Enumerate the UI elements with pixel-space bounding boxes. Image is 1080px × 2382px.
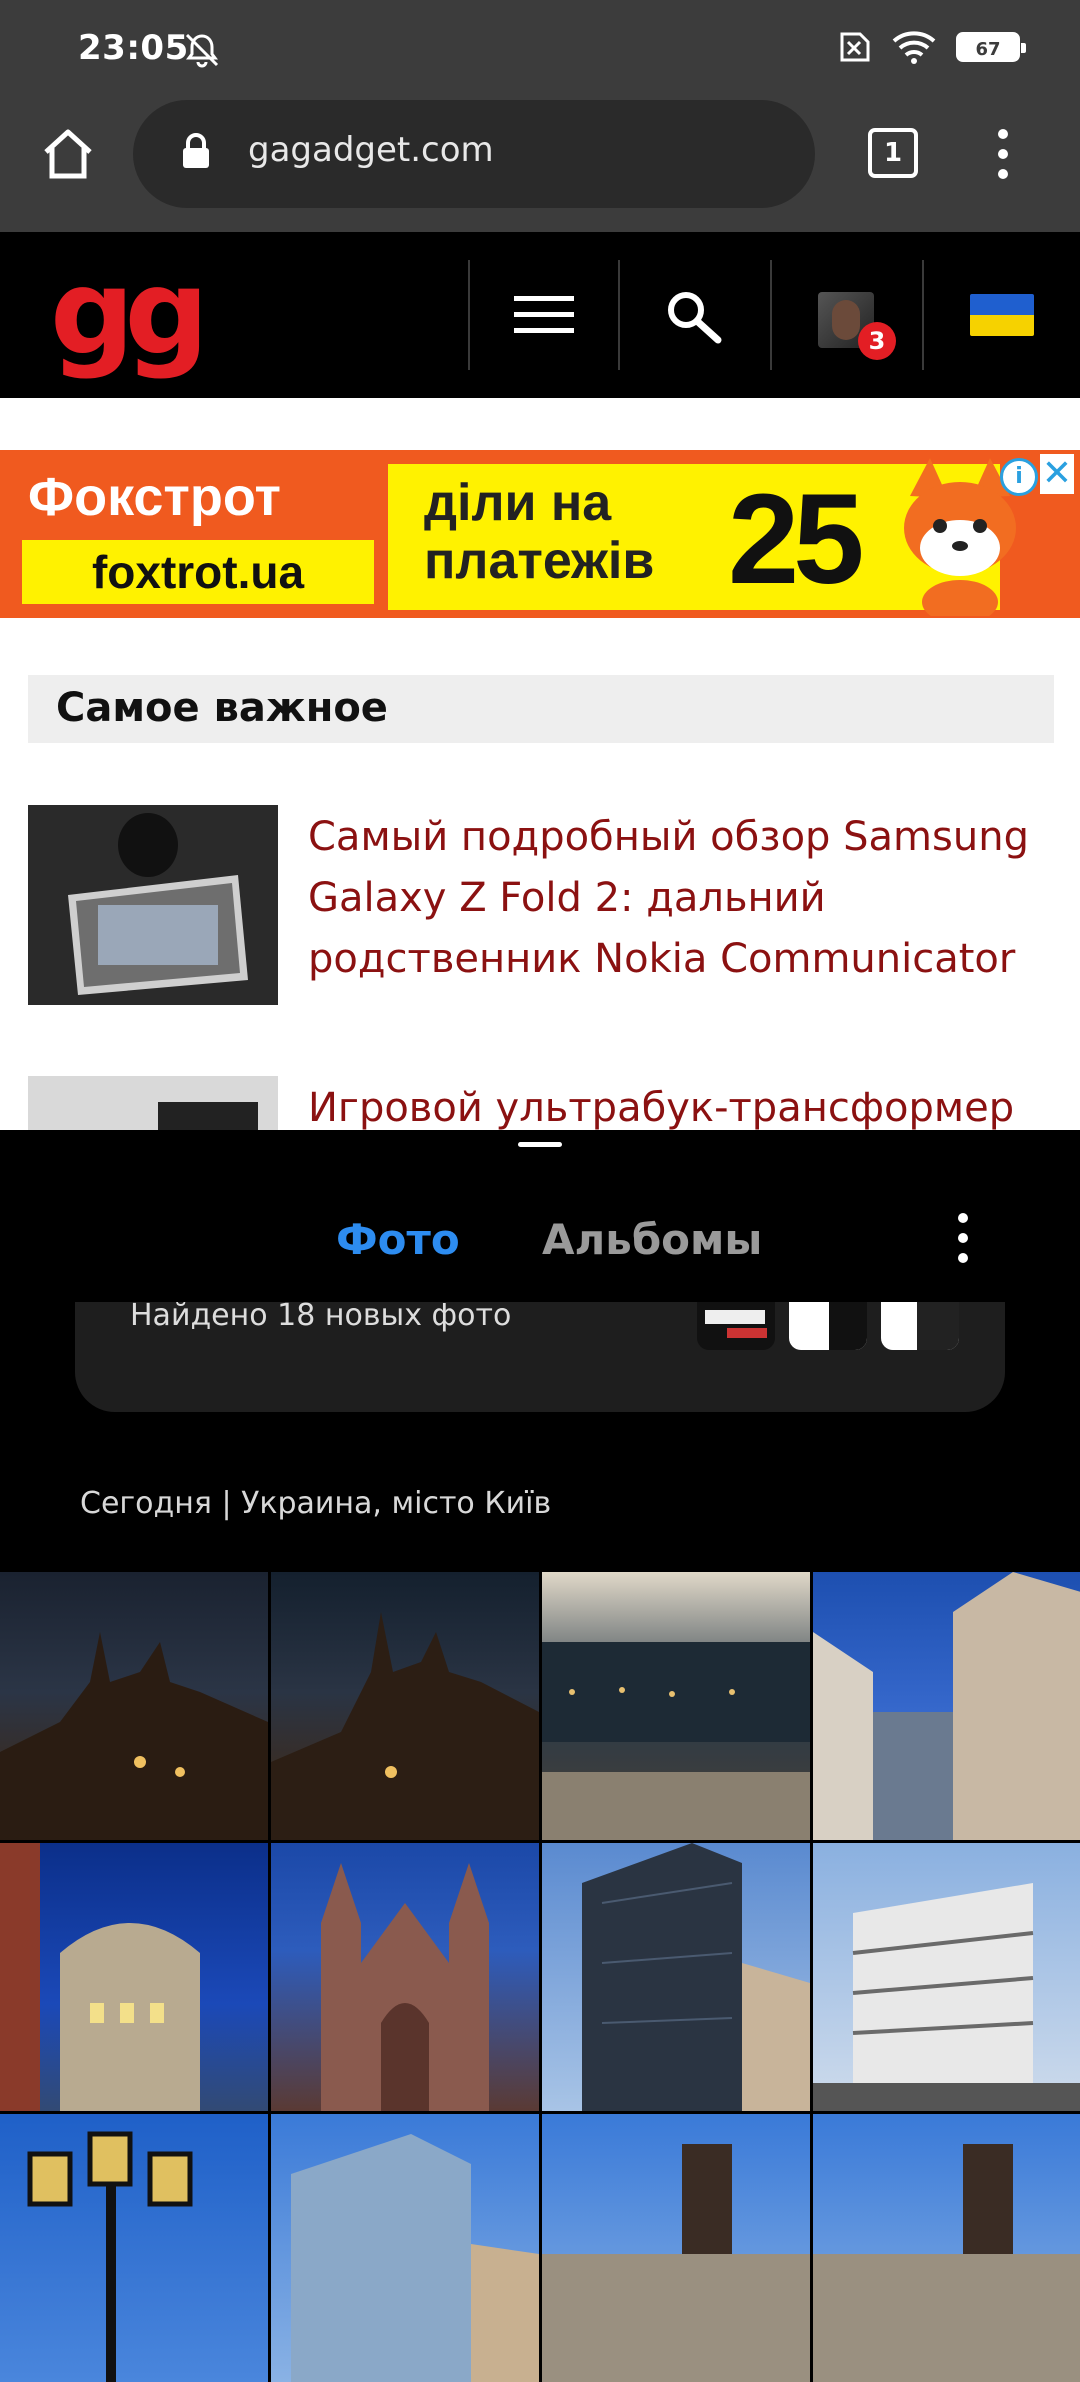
photo-thumbnail[interactable]	[271, 1572, 539, 1840]
address-bar[interactable]: gagadget.com	[133, 100, 815, 208]
browser-toolbar: gagadget.com 1	[0, 96, 1080, 232]
photo-thumbnail[interactable]	[542, 2114, 810, 2382]
status-time: 23:05	[78, 28, 189, 68]
photo-thumbnail[interactable]	[813, 1572, 1080, 1840]
photo-image	[291, 2134, 539, 2382]
search-icon[interactable]	[664, 288, 724, 344]
header-divider	[618, 260, 620, 370]
date-location-header: Сегодня | Украина, місто Київ	[80, 1486, 552, 1521]
photo-image	[542, 1642, 810, 1840]
new-photo-preview	[881, 1302, 959, 1350]
photo-image	[813, 1572, 1080, 1840]
section-header: Самое важное	[28, 675, 1054, 743]
new-photo-preview	[697, 1302, 775, 1350]
photo-thumbnail[interactable]	[542, 1843, 810, 2111]
photo-thumbnail[interactable]	[271, 2114, 539, 2382]
ad-slogan-line2: платежів	[424, 532, 655, 590]
url-text: gagadget.com	[248, 130, 494, 170]
hamburger-menu-icon[interactable]	[514, 294, 574, 336]
photo-thumbnail[interactable]	[0, 1843, 268, 2111]
new-photos-text: Найдено 18 новых фото	[130, 1302, 512, 1333]
article-image	[28, 805, 278, 1005]
photo-image	[27, 2131, 193, 2382]
photo-image	[813, 2144, 1080, 2382]
photo-image	[813, 1883, 1080, 2111]
new-photos-banner[interactable]: Найдено 18 новых фото	[75, 1302, 1005, 1412]
sim-off-icon	[840, 32, 870, 62]
ad-close-icon[interactable]: ✕	[1040, 454, 1074, 494]
ukraine-flag-icon[interactable]	[970, 294, 1034, 336]
status-bar: 23:05 67	[0, 0, 1080, 96]
photo-thumbnail[interactable]	[271, 1843, 539, 2111]
article-link[interactable]: Самый подробный обзор Samsung Galaxy Z F…	[308, 807, 1053, 990]
page-content: Фокстрот foxtrot.ua діли на платежів 25 …	[0, 398, 1080, 1130]
tab-switcher-button[interactable]: 1	[868, 128, 918, 178]
article-link[interactable]: Игровой ультрабук-трансформер	[308, 1078, 1053, 1130]
lock-icon	[183, 133, 209, 168]
photos-bottom-sheet: Фото Альбомы Найдено 18 новых фото Сегод…	[0, 1130, 1080, 2382]
ad-banner[interactable]: Фокстрот foxtrot.ua діли на платежів 25 …	[0, 450, 1080, 618]
photo-thumbnail[interactable]	[0, 1572, 268, 1840]
photo-thumbnail[interactable]	[0, 2114, 268, 2382]
photo-image	[0, 1632, 268, 1840]
header-divider	[770, 260, 772, 370]
site-header: gg 3	[0, 232, 1080, 398]
photo-grid	[0, 1572, 1080, 2382]
ad-number: 25	[728, 468, 864, 611]
overflow-menu-icon[interactable]	[952, 1210, 974, 1266]
wifi-icon	[892, 31, 936, 64]
photo-thumbnail[interactable]	[813, 1843, 1080, 2111]
sheet-drag-handle[interactable]	[518, 1142, 562, 1147]
site-logo[interactable]: gg	[50, 252, 209, 372]
section-title: Самое важное	[56, 685, 388, 731]
photo-thumbnail[interactable]	[542, 1572, 810, 1840]
notification-badge: 3	[858, 322, 896, 360]
header-divider	[922, 260, 924, 370]
ad-slogan-line1: діли на	[424, 474, 612, 532]
article-image	[158, 1102, 258, 1130]
mute-icon	[185, 33, 219, 68]
photo-image	[271, 1612, 539, 1840]
ad-info-icon[interactable]: i	[1000, 458, 1038, 496]
photo-image	[0, 1843, 200, 2111]
ad-domain: foxtrot.ua	[22, 540, 374, 604]
photo-thumbnail[interactable]	[813, 2114, 1080, 2382]
photo-image	[542, 2144, 810, 2382]
ad-brand: Фокстрот	[28, 467, 281, 527]
battery-icon: 67	[956, 32, 1026, 62]
new-photo-preview	[789, 1302, 867, 1350]
tab-albums[interactable]: Альбомы	[542, 1215, 762, 1264]
ad-slogan: діли на платежів	[424, 474, 654, 590]
photo-image	[321, 1863, 489, 2111]
overflow-menu-icon[interactable]	[990, 126, 1016, 182]
article-thumbnail[interactable]	[28, 1076, 278, 1130]
header-divider	[468, 260, 470, 370]
home-icon[interactable]	[40, 126, 96, 182]
article-thumbnail[interactable]	[28, 805, 278, 1005]
tab-photos[interactable]: Фото	[336, 1215, 460, 1264]
photo-image	[582, 1843, 810, 2111]
status-right-icons: 67	[836, 30, 1026, 64]
